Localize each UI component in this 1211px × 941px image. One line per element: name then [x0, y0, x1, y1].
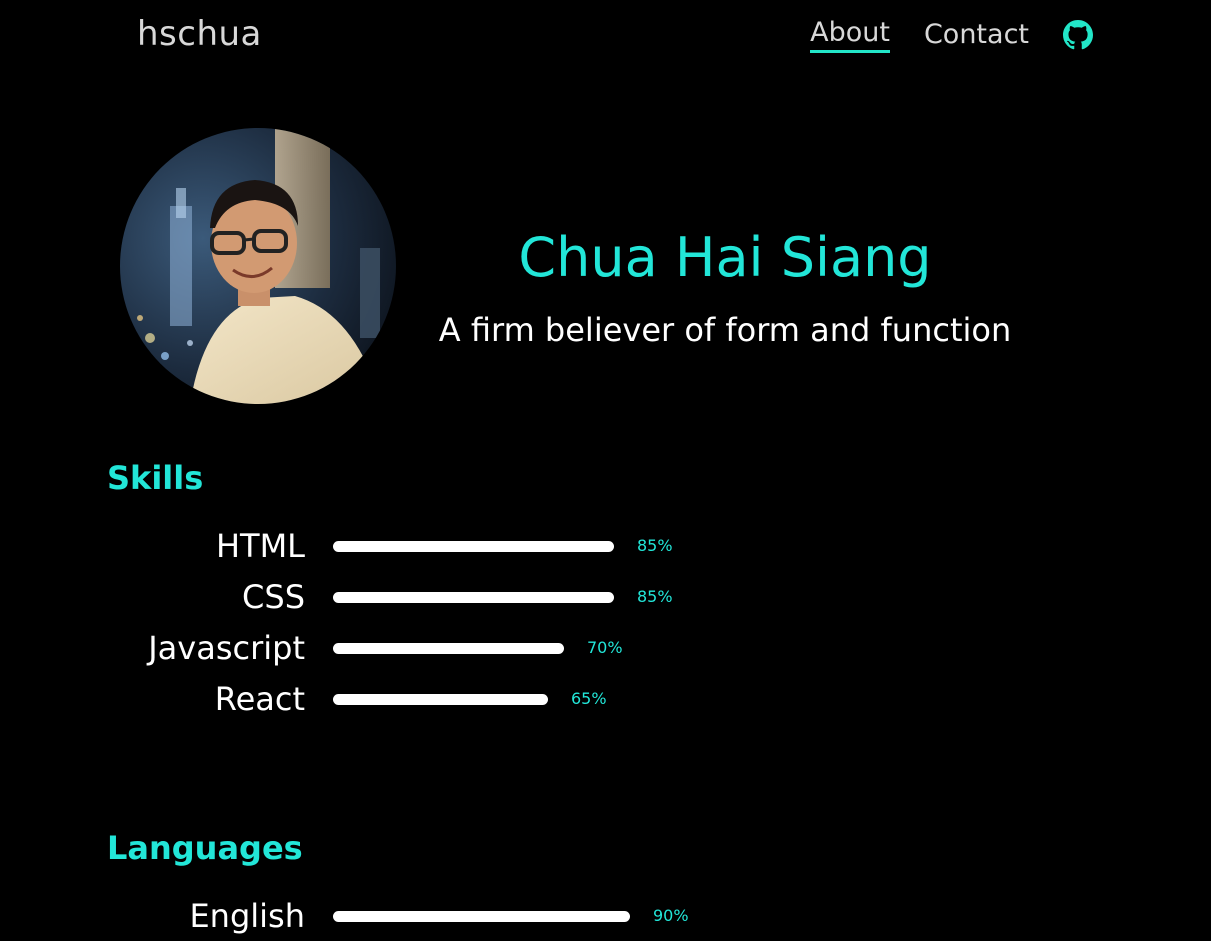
skill-row: React 65% [0, 679, 800, 719]
language-label: English [189, 897, 305, 935]
hero-name: Chua Hai Siang [518, 226, 932, 289]
skill-row: CSS 85% [0, 577, 800, 617]
skill-label: HTML [215, 527, 305, 565]
github-icon[interactable] [1063, 20, 1093, 50]
skill-label: Javascript [148, 629, 305, 667]
nav-bar: About Contact [810, 17, 1093, 53]
skill-row: Javascript 70% [0, 628, 800, 668]
skill-row: HTML 85% [0, 526, 800, 566]
hero-tagline: A firm believer of form and function [438, 311, 1012, 349]
skill-bar [333, 694, 548, 705]
language-row: English 90% [0, 896, 800, 936]
brand-logo[interactable]: hschua [137, 14, 262, 54]
skill-label: React [214, 680, 305, 718]
language-percent: 90% [653, 906, 689, 925]
language-bar [333, 911, 630, 922]
skill-bar [333, 592, 614, 603]
languages-title: Languages [107, 829, 303, 867]
nav-contact[interactable]: Contact [924, 19, 1029, 52]
skills-title: Skills [107, 459, 204, 497]
skill-percent: 65% [571, 689, 607, 708]
page: hschua About Contact Chua Hai Siang A fi… [0, 0, 1211, 941]
avatar [120, 128, 396, 404]
nav-about[interactable]: About [810, 17, 890, 53]
skill-bar [333, 541, 614, 552]
skill-percent: 85% [637, 536, 673, 555]
skill-bar [333, 643, 564, 654]
skill-percent: 85% [637, 587, 673, 606]
skill-percent: 70% [587, 638, 623, 657]
skill-label: CSS [242, 578, 305, 616]
